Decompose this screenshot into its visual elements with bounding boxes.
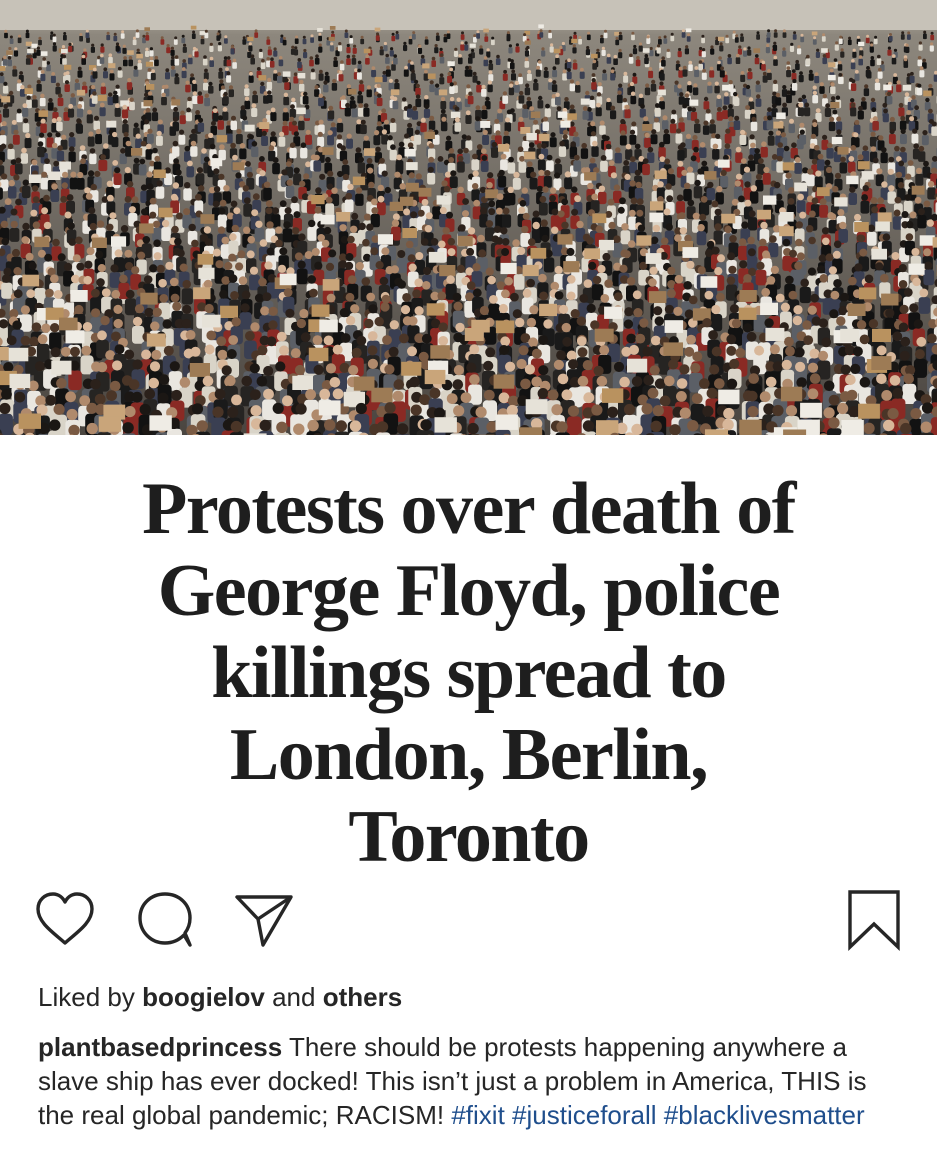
caption-username[interactable]: plantbasedprincess (38, 1032, 282, 1062)
hashtag-link[interactable]: #justiceforall (512, 1100, 657, 1130)
heart-outline-icon[interactable] (34, 891, 96, 947)
likes-summary: Liked by boogielov and others (38, 980, 402, 1014)
bookmark-outline-icon[interactable] (846, 889, 902, 951)
crowd-photo-illustration (0, 0, 937, 435)
post-image[interactable] (0, 0, 937, 435)
liked-by-username[interactable]: boogielov (142, 982, 265, 1012)
likes-others-link[interactable]: others (323, 982, 402, 1012)
post-action-bar (0, 885, 937, 955)
hashtag-link[interactable]: #fixit (451, 1100, 504, 1130)
paper-plane-icon[interactable] (233, 891, 295, 949)
likes-prefix: Liked by (38, 982, 135, 1012)
headline-line: Protests over death of (142, 468, 796, 550)
post-caption: plantbasedprincess There should be prote… (38, 1030, 908, 1132)
hashtag-link[interactable]: #blacklivesmatter (664, 1100, 865, 1130)
headline-line: killings spread to (211, 632, 727, 714)
speech-bubble-icon[interactable] (136, 891, 196, 949)
article-headline: Protests over death of George Floyd, pol… (60, 468, 877, 878)
headline-line: George Floyd, police (157, 550, 781, 632)
headline-line: London, Berlin, (229, 714, 709, 796)
likes-joiner: and (272, 982, 316, 1012)
headline-line: Toronto (348, 796, 590, 878)
